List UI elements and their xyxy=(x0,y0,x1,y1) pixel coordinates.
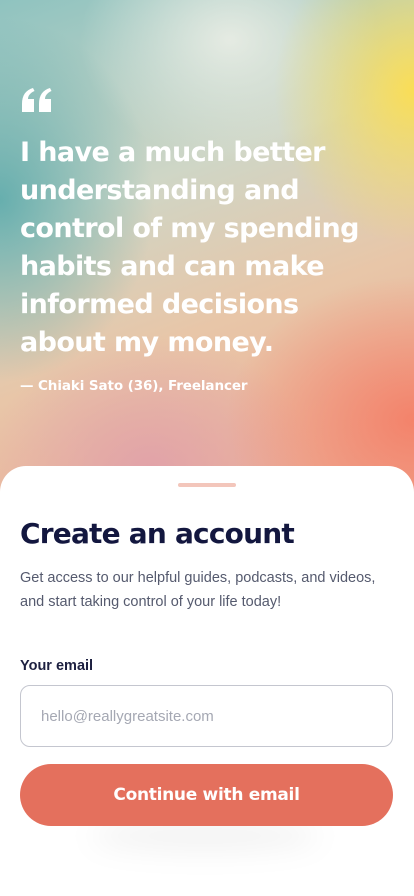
signup-sheet: Create an account Get access to our help… xyxy=(0,466,414,896)
email-field[interactable] xyxy=(20,685,393,747)
sheet-drag-handle[interactable] xyxy=(178,483,236,487)
testimonial-author: — Chiaki Sato (36), Freelancer xyxy=(20,378,248,394)
page-title: Create an account xyxy=(20,517,295,550)
continue-with-email-button[interactable]: Continue with email xyxy=(20,764,393,826)
testimonial-hero: I have a much better understanding and c… xyxy=(0,0,414,520)
quote-icon xyxy=(22,88,52,112)
testimonial-quote: I have a much better understanding and c… xyxy=(20,137,360,358)
email-label: Your email xyxy=(20,658,94,674)
page-subtitle: Get access to our helpful guides, podcas… xyxy=(20,570,376,610)
